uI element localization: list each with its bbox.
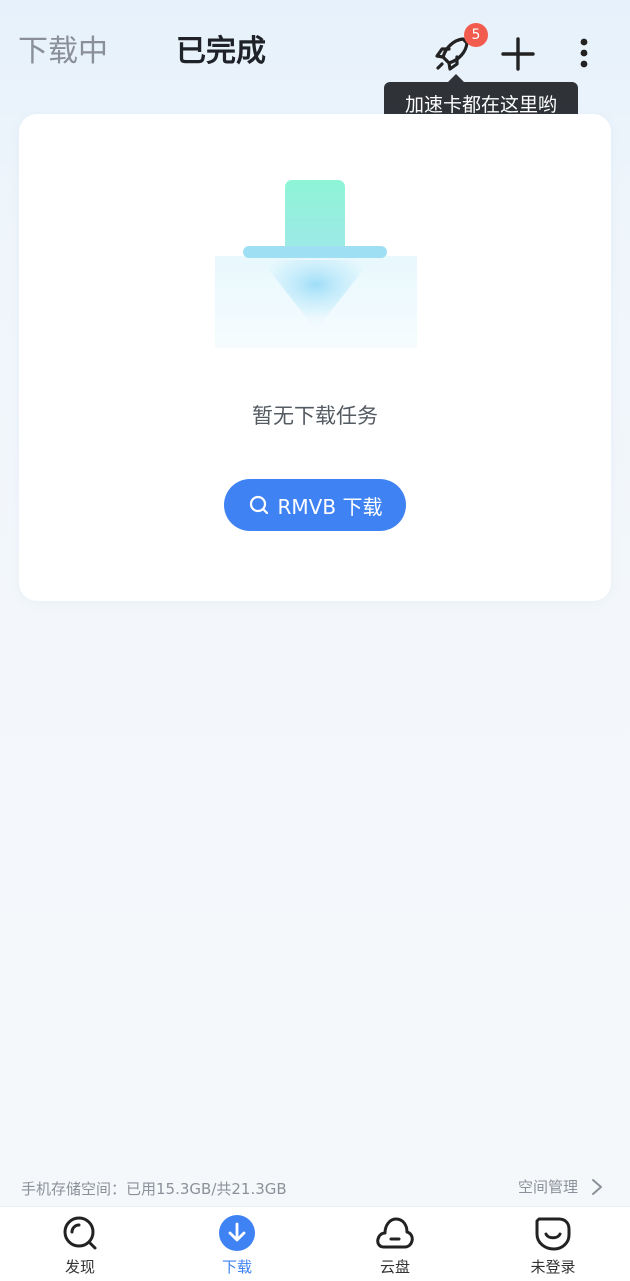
empty-download-illustration (215, 180, 417, 352)
storage-manage-link[interactable]: 空间管理 (518, 1176, 604, 1197)
plus-icon (501, 37, 535, 71)
bottom-nav: 发现 下载 云盘 未登录 (0, 1206, 630, 1281)
header: 下载中 已完成 5 加速卡都在这里哟 (0, 0, 630, 128)
discover-icon (63, 1216, 97, 1250)
empty-state-card: 暂无下载任务 RMVB 下载 (19, 114, 611, 601)
storage-bar: 手机存储空间：已用15.3GB/共21.3GB 空间管理 (0, 1172, 630, 1206)
tab-downloading[interactable]: 下载中 (18, 30, 108, 74)
tab-completed[interactable]: 已完成 (176, 30, 266, 74)
more-vertical-icon (580, 38, 588, 68)
storage-info: 手机存储空间：已用15.3GB/共21.3GB (21, 1180, 287, 1198)
empty-message: 暂无下载任务 (252, 404, 378, 428)
notification-badge: 5 (464, 23, 488, 47)
nav-discover-label: 发现 (64, 1258, 95, 1276)
nav-discover[interactable]: 发现 (20, 1207, 140, 1281)
nav-account[interactable]: 未登录 (493, 1207, 613, 1281)
search-icon (249, 495, 268, 515)
nav-cloud-label: 云盘 (379, 1258, 410, 1276)
download-icon (219, 1215, 255, 1251)
nav-download[interactable]: 下载 (177, 1207, 297, 1281)
account-icon (535, 1217, 571, 1251)
add-task-button[interactable] (498, 34, 538, 74)
nav-account-label: 未登录 (530, 1258, 576, 1276)
search-download-button[interactable]: RMVB 下载 (224, 479, 406, 531)
chevron-right-icon (592, 1178, 602, 1195)
more-button[interactable] (570, 34, 598, 74)
storage-manage-label: 空间管理 (517, 1178, 578, 1196)
search-button-label: RMVB 下载 (277, 494, 383, 519)
nav-cloud[interactable]: 云盘 (335, 1207, 455, 1281)
nav-download-label: 下载 (221, 1258, 252, 1276)
cloud-icon (376, 1217, 414, 1249)
